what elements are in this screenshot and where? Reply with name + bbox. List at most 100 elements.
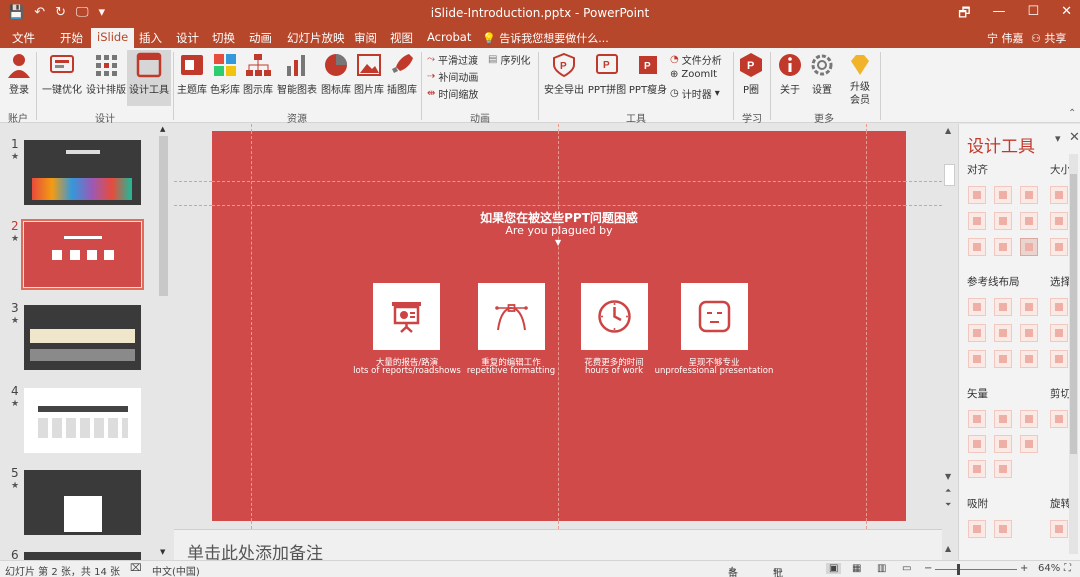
icon-library-button[interactable]: 图标库 bbox=[320, 52, 352, 96]
scroll-up-icon[interactable]: ▲ bbox=[945, 126, 951, 135]
size-button[interactable] bbox=[1050, 186, 1068, 204]
ppt-slim-button[interactable]: P PPT瘦身 bbox=[628, 52, 668, 96]
vector-button[interactable] bbox=[968, 410, 986, 428]
scroll-down-icon[interactable]: ▼ bbox=[945, 472, 951, 481]
share-button[interactable]: ⚇ 共享 bbox=[1031, 30, 1066, 46]
tab-slideshow[interactable]: 幻灯片放映 bbox=[287, 30, 345, 46]
upgrade-button[interactable]: 升级会员 bbox=[845, 52, 875, 107]
collapse-ribbon-icon[interactable]: ⌃ bbox=[1068, 108, 1076, 119]
slide-subtitle[interactable]: Are you plagued by bbox=[212, 224, 906, 237]
guide-layout-button[interactable] bbox=[1020, 324, 1038, 342]
select-button[interactable] bbox=[1050, 298, 1068, 316]
problem-card-time[interactable] bbox=[581, 283, 648, 350]
about-button[interactable]: 关于 bbox=[776, 52, 804, 96]
normal-view-icon[interactable]: ▣ bbox=[826, 563, 842, 574]
color-library-button[interactable]: 色彩库 bbox=[209, 52, 241, 96]
picture-library-button[interactable]: 图片库 bbox=[353, 52, 385, 96]
tab-acrobat[interactable]: Acrobat bbox=[427, 30, 471, 44]
notes-pane[interactable]: 单击此处添加备注 bbox=[174, 529, 942, 564]
reading-view-icon[interactable]: ▥ bbox=[877, 563, 886, 574]
select-button[interactable] bbox=[1050, 350, 1068, 368]
guide-line[interactable] bbox=[212, 181, 906, 182]
current-slide[interactable]: 如果您在被这些PPT问题困惑 Are you plagued by ▼ 大量的报… bbox=[212, 131, 906, 521]
theme-library-button[interactable]: 主题库 bbox=[176, 52, 208, 96]
pane-scrollbar[interactable] bbox=[1069, 154, 1078, 554]
vector-button[interactable] bbox=[994, 410, 1012, 428]
clip-button[interactable] bbox=[1050, 410, 1068, 428]
tab-view[interactable]: 视图 bbox=[390, 30, 413, 46]
smart-chart-button[interactable]: 智能图表 bbox=[276, 52, 318, 96]
zoom-out-button[interactable]: − bbox=[924, 563, 932, 574]
guide-line[interactable] bbox=[558, 131, 559, 521]
login-button[interactable]: 登录 bbox=[5, 52, 33, 96]
zoom-slider[interactable] bbox=[935, 569, 1017, 570]
tab-transitions[interactable]: 切换 bbox=[212, 30, 235, 46]
align-to-slide-button[interactable] bbox=[1020, 238, 1038, 256]
guide-layout-button[interactable] bbox=[968, 324, 986, 342]
guide-layout-button[interactable] bbox=[968, 298, 986, 316]
guide-layout-button[interactable] bbox=[994, 350, 1012, 368]
tab-islide[interactable]: iSlide bbox=[91, 28, 135, 48]
close-icon[interactable]: ✕ bbox=[1061, 4, 1072, 26]
notes-scroll-up-icon[interactable]: ▲ bbox=[945, 544, 951, 553]
tween-animation-button[interactable]: ⇢ 补间动画 bbox=[427, 69, 478, 84]
align-bottom-button[interactable] bbox=[1020, 212, 1038, 230]
main-scrollbar[interactable]: ▲ ▼ ⏶ ⏷ ▲ bbox=[942, 124, 957, 560]
size-button[interactable] bbox=[1050, 238, 1068, 256]
zoom-in-button[interactable]: + bbox=[1020, 563, 1028, 574]
guide-line[interactable] bbox=[212, 205, 906, 206]
guide-layout-button[interactable] bbox=[1020, 350, 1038, 368]
tab-insert[interactable]: 插入 bbox=[139, 30, 162, 46]
slide-thumbnail-6[interactable] bbox=[24, 552, 141, 560]
close-icon[interactable]: ✕ bbox=[1069, 130, 1080, 145]
pane-menu-icon[interactable]: ▾ bbox=[1055, 132, 1061, 145]
settings-button[interactable]: 设置 bbox=[808, 52, 836, 96]
tab-home[interactable]: 开始 bbox=[60, 30, 83, 46]
guide-line[interactable] bbox=[251, 131, 252, 521]
problem-card-formatting[interactable] bbox=[478, 283, 545, 350]
spellcheck-icon[interactable]: ⌧ bbox=[130, 563, 142, 574]
align-top-button[interactable] bbox=[968, 212, 986, 230]
select-button[interactable] bbox=[1050, 324, 1068, 342]
vector-button[interactable] bbox=[1020, 410, 1038, 428]
guide-line[interactable] bbox=[866, 131, 867, 521]
slide-thumbnail-3[interactable] bbox=[24, 305, 141, 370]
thumbnails-scrollbar[interactable]: ▲ ▼ bbox=[157, 124, 170, 560]
next-slide-icon[interactable]: ⏷ bbox=[945, 500, 951, 510]
snap-button[interactable] bbox=[968, 520, 986, 538]
text-vector-button[interactable] bbox=[968, 460, 986, 478]
problem-card-reports[interactable] bbox=[373, 283, 440, 350]
rotate-button[interactable] bbox=[1050, 520, 1068, 538]
guide-layout-button[interactable] bbox=[1020, 298, 1038, 316]
file-analysis-button[interactable]: ◔ 文件分析 bbox=[670, 52, 722, 67]
scrollbar-thumb[interactable] bbox=[1070, 174, 1077, 454]
design-layout-button[interactable]: 设计排版 bbox=[85, 52, 127, 96]
pen-vector-button[interactable] bbox=[994, 460, 1012, 478]
slide-sorter-icon[interactable]: ▦ bbox=[852, 563, 861, 574]
scrollbar-thumb[interactable] bbox=[159, 136, 168, 296]
slide-thumbnail-5[interactable] bbox=[24, 470, 141, 535]
slide-thumbnail-1[interactable] bbox=[24, 140, 141, 205]
vector-button[interactable] bbox=[1020, 435, 1038, 453]
distribute-h-button[interactable] bbox=[968, 238, 986, 256]
previous-slide-icon[interactable]: ⏶ bbox=[945, 486, 951, 496]
guide-layout-button[interactable] bbox=[994, 298, 1012, 316]
maximize-icon[interactable]: ☐ bbox=[1027, 4, 1039, 26]
time-scale-button[interactable]: ⇹ 时间缩放 bbox=[427, 86, 478, 101]
snap-button[interactable] bbox=[994, 520, 1012, 538]
design-tools-button[interactable]: 设计工具 bbox=[127, 50, 171, 106]
ribbon-display-icon[interactable]: 🗗 bbox=[958, 4, 970, 26]
serialize-button[interactable]: ▤ 序列化 bbox=[488, 52, 530, 67]
tab-file[interactable]: 文件 bbox=[12, 30, 35, 46]
tab-design[interactable]: 设计 bbox=[176, 30, 199, 46]
slideshow-icon[interactable]: ▭ bbox=[902, 563, 911, 574]
tab-review[interactable]: 审阅 bbox=[354, 30, 377, 46]
distribute-v-button[interactable] bbox=[994, 238, 1012, 256]
guide-layout-button[interactable] bbox=[994, 324, 1012, 342]
p-circle-button[interactable]: P P圈 bbox=[737, 52, 765, 96]
tab-animations[interactable]: 动画 bbox=[249, 30, 272, 46]
minimize-icon[interactable]: — bbox=[992, 4, 1005, 26]
diagram-library-button[interactable]: 图示库 bbox=[242, 52, 274, 96]
timer-button[interactable]: ◷ 计时器 ▾ bbox=[670, 86, 720, 101]
slide-thumbnail-4[interactable] bbox=[24, 388, 141, 453]
